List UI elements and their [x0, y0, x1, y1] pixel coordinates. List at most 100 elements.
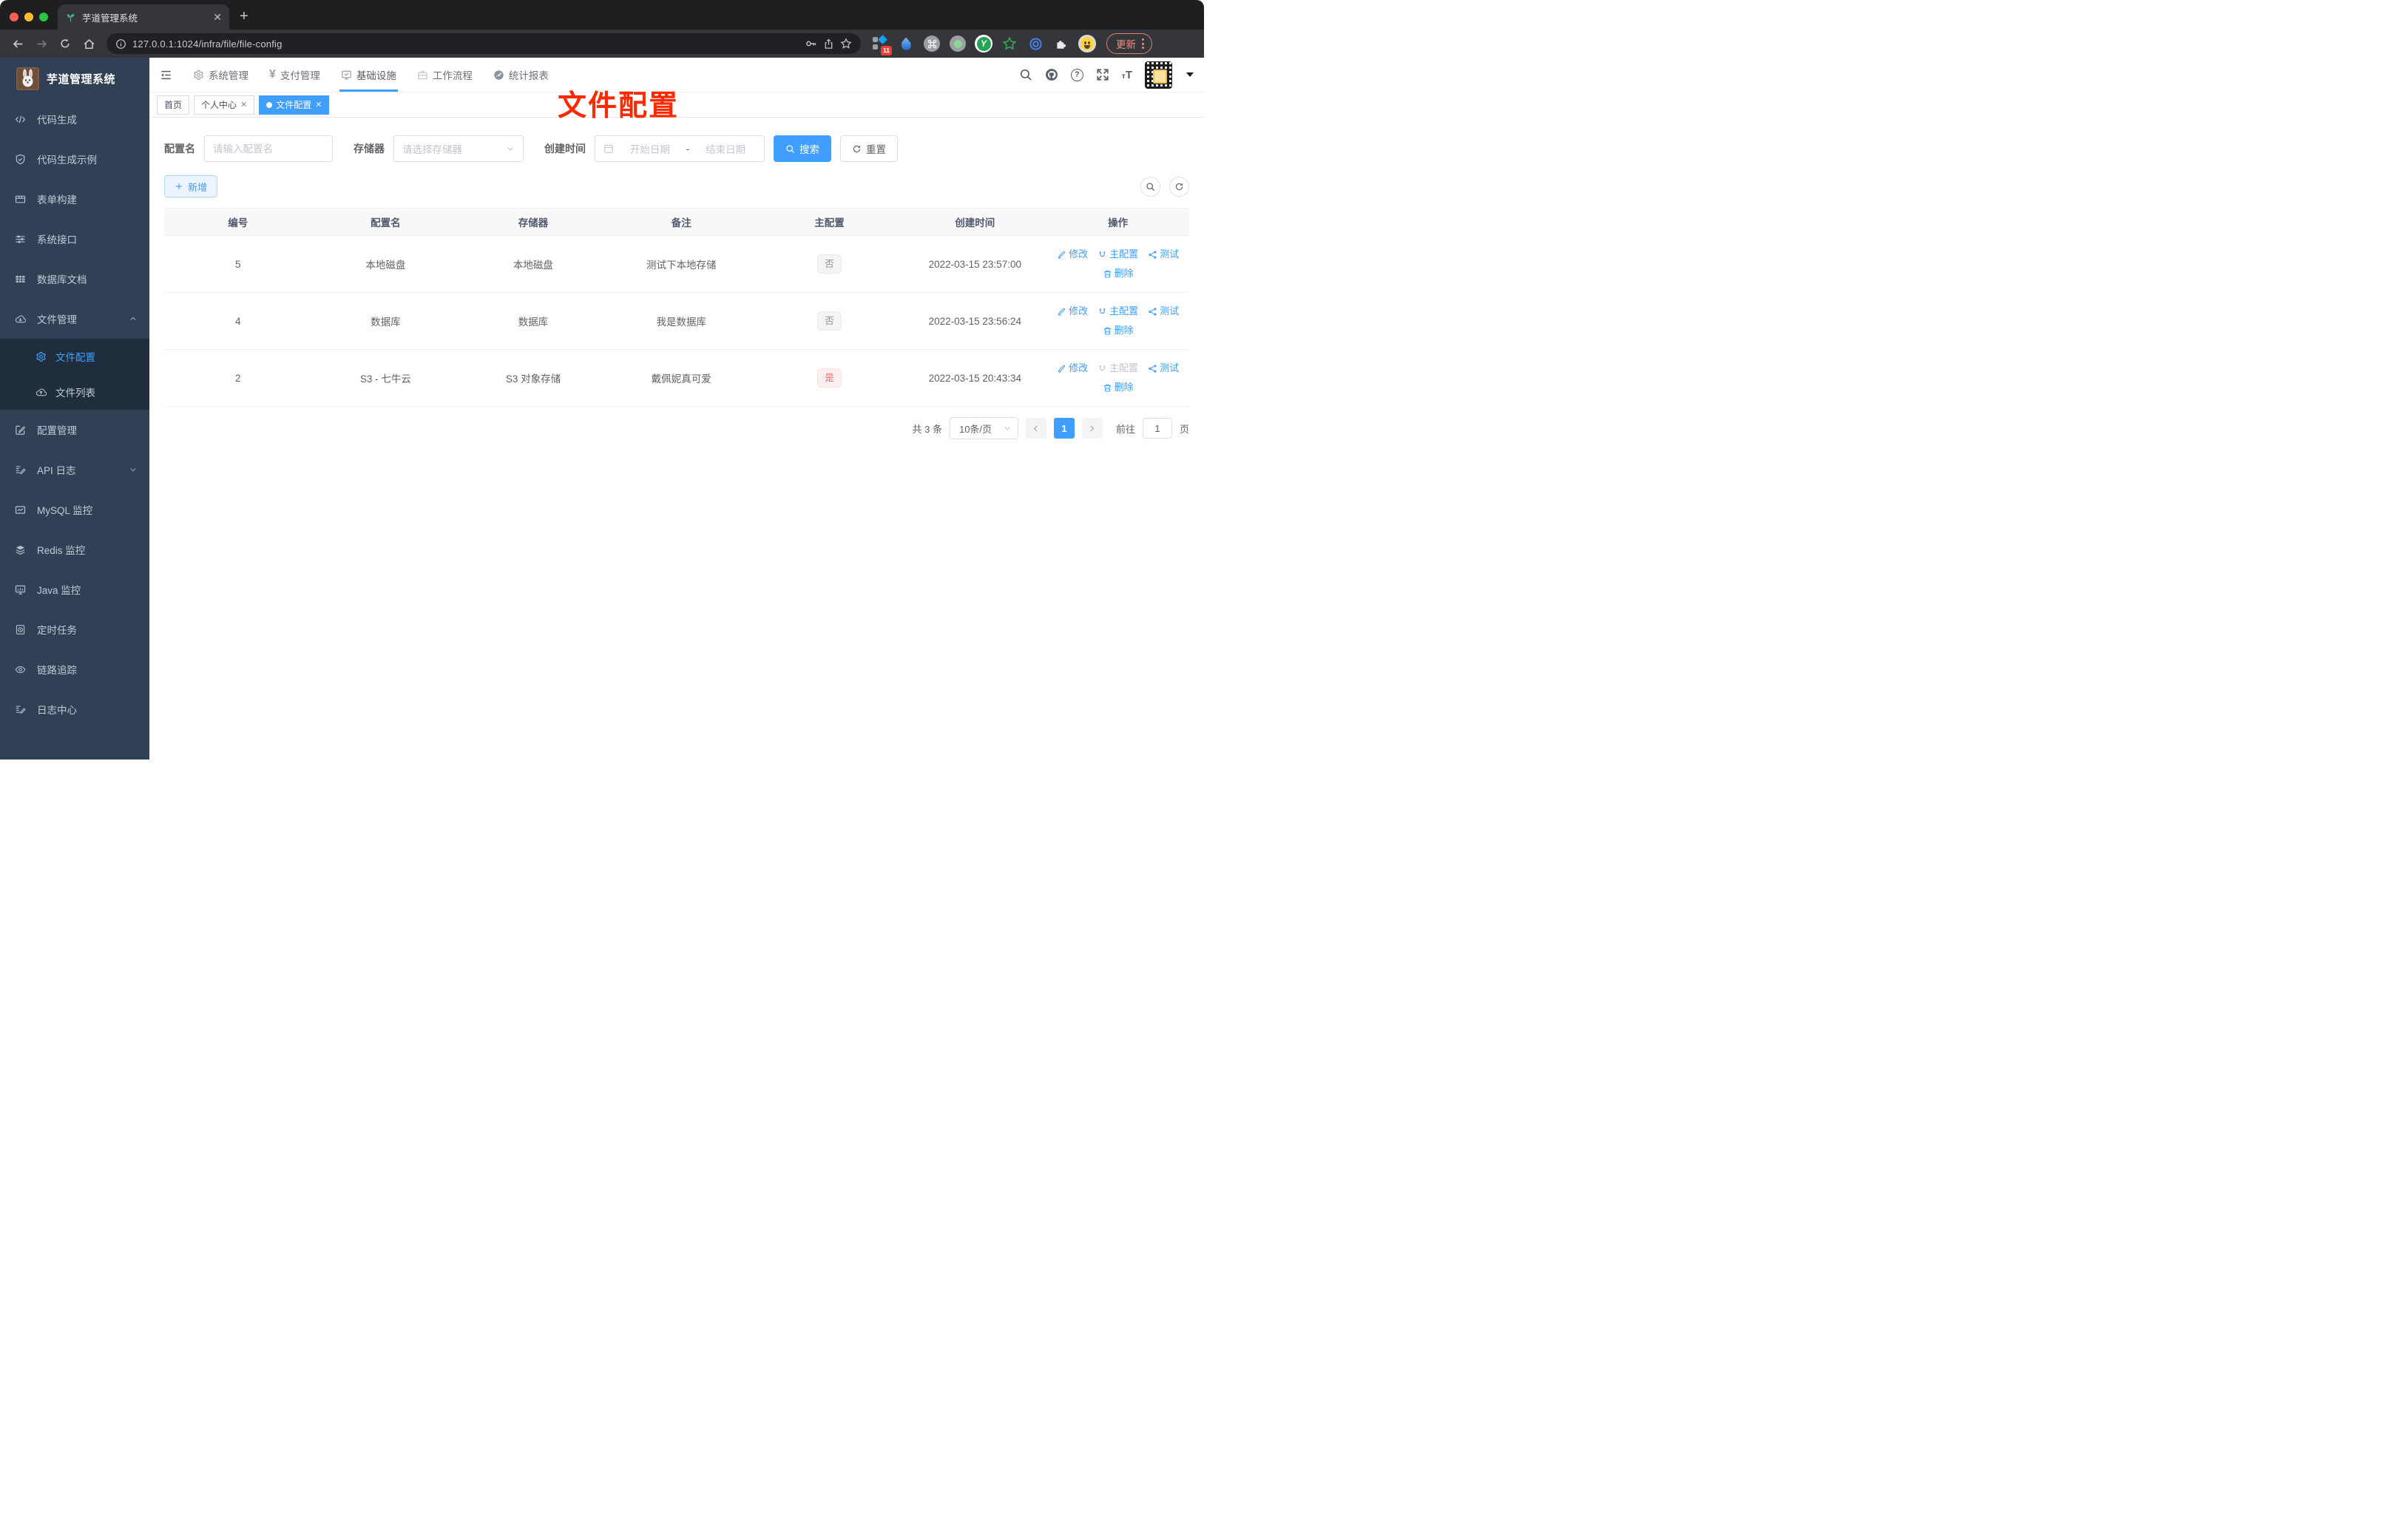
- sidebar-item-config-management[interactable]: 配置管理: [0, 410, 149, 450]
- prev-page-button[interactable]: [1025, 418, 1046, 439]
- test-link[interactable]: 测试: [1148, 302, 1179, 321]
- site-info-icon[interactable]: [115, 38, 126, 50]
- sidebar-item-db-doc[interactable]: 数据库文档: [0, 259, 149, 299]
- bookmark-star-icon[interactable]: [840, 38, 852, 50]
- share-icon[interactable]: [823, 38, 834, 50]
- delete-link[interactable]: 删除: [1103, 264, 1134, 283]
- password-key-icon[interactable]: [805, 38, 817, 50]
- current-page-button[interactable]: 1: [1053, 418, 1075, 439]
- help-icon[interactable]: ?: [1070, 68, 1083, 81]
- sidebar-item-log-center[interactable]: 日志中心: [0, 689, 149, 729]
- test-link[interactable]: 测试: [1148, 245, 1179, 264]
- storage-select[interactable]: 请选择存储器: [393, 135, 524, 162]
- tag-profile[interactable]: 个人中心 ✕: [194, 95, 255, 115]
- master-config-link[interactable]: 主配置: [1098, 302, 1138, 321]
- col-name: 配置名: [311, 208, 460, 236]
- sidebar-item-form-builder[interactable]: 表单构建: [0, 179, 149, 219]
- delete-link[interactable]: 删除: [1103, 321, 1134, 340]
- config-name-input[interactable]: [204, 135, 333, 162]
- cell-storage: 数据库: [459, 292, 607, 350]
- sidebar-item-system-api[interactable]: 系统接口: [0, 219, 149, 259]
- sidebar-item-tracing[interactable]: 链路追踪: [0, 649, 149, 689]
- extension-recorder-icon[interactable]: [949, 35, 967, 53]
- font-size-icon[interactable]: тT: [1122, 69, 1132, 81]
- tag-file-config[interactable]: 文件配置 ✕: [259, 95, 330, 115]
- collapse-sidebar-icon[interactable]: [149, 69, 183, 81]
- sidebar-item-mysql-monitor[interactable]: MySQL 监控: [0, 490, 149, 530]
- window-controls[interactable]: [10, 13, 48, 21]
- goto-page-input[interactable]: [1142, 418, 1172, 439]
- extension-star-icon[interactable]: [1001, 35, 1018, 53]
- show-search-toggle-button[interactable]: [1140, 176, 1160, 197]
- app-logo[interactable]: 芋道管理系统: [0, 58, 149, 99]
- extension-command-icon[interactable]: [923, 35, 941, 53]
- sidebar-item-java-monitor[interactable]: Java 监控: [0, 569, 149, 609]
- home-icon[interactable]: [78, 33, 99, 54]
- edit-link[interactable]: 修改: [1057, 359, 1088, 378]
- active-dot: [266, 101, 273, 108]
- user-avatar[interactable]: [1145, 61, 1172, 89]
- browser-menu-icon[interactable]: [1142, 38, 1144, 49]
- delete-link[interactable]: 删除: [1103, 378, 1134, 397]
- sidebar-item-file-list[interactable]: 文件列表: [0, 374, 149, 410]
- sidebar-item-code-gen-demo[interactable]: 代码生成示例: [0, 139, 149, 179]
- fullscreen-icon[interactable]: [1096, 68, 1109, 81]
- topnav-workflow[interactable]: 工作流程: [407, 58, 483, 92]
- date-start-placeholder[interactable]: 开始日期: [620, 141, 680, 156]
- add-button[interactable]: 新增: [164, 175, 218, 197]
- topnav-payment[interactable]: ¥ 支付管理: [259, 58, 331, 92]
- topnav-reports[interactable]: 统计报表: [483, 58, 559, 92]
- forward-icon[interactable]: [31, 33, 52, 54]
- pagination: 共 3 条 10条/页 1 前往 页: [164, 417, 1189, 439]
- topnav-infrastructure[interactable]: 基础设施: [331, 58, 407, 92]
- extension-drop-icon[interactable]: [897, 35, 915, 53]
- url-text[interactable]: 127.0.0.1:1024/infra/file/file-config: [132, 38, 799, 50]
- test-link[interactable]: 测试: [1148, 359, 1179, 378]
- reset-button[interactable]: 重置: [840, 135, 898, 162]
- tag-home[interactable]: 首页: [157, 95, 190, 115]
- profile-avatar[interactable]: [1078, 35, 1096, 53]
- sidebar-item-file-management[interactable]: 文件管理: [0, 299, 149, 339]
- sidebar-item-code-gen[interactable]: 代码生成: [0, 99, 149, 139]
- avatar-caret-down-icon[interactable]: [1186, 72, 1194, 77]
- page-size-select[interactable]: 10条/页: [949, 417, 1018, 439]
- master-config-link-disabled: 主配置: [1098, 359, 1138, 378]
- sidebar-item-file-config[interactable]: 文件配置: [0, 339, 149, 374]
- topnav-system[interactable]: 系统管理: [183, 58, 259, 92]
- config-name-input-field[interactable]: [213, 143, 324, 155]
- github-icon[interactable]: [1045, 68, 1058, 81]
- close-icon[interactable]: ✕: [315, 100, 322, 109]
- master-config-link[interactable]: 主配置: [1098, 245, 1138, 264]
- tab-close-icon[interactable]: ✕: [213, 11, 222, 24]
- back-icon[interactable]: [7, 33, 28, 54]
- edit-link[interactable]: 修改: [1057, 302, 1088, 321]
- header-actions: ? тT: [1019, 61, 1204, 89]
- close-icon[interactable]: ✕: [240, 100, 247, 109]
- edit-link[interactable]: 修改: [1057, 245, 1088, 264]
- search-icon[interactable]: [1019, 68, 1032, 81]
- sidebar-item-scheduled-tasks[interactable]: 定时任务: [0, 609, 149, 649]
- next-page-button[interactable]: [1081, 418, 1103, 439]
- extensions-puzzle-icon[interactable]: [1052, 35, 1070, 53]
- reload-icon[interactable]: [55, 33, 75, 54]
- date-end-placeholder[interactable]: 结束日期: [695, 141, 756, 156]
- browser-update-button[interactable]: 更新: [1106, 33, 1152, 54]
- extension-y-icon[interactable]: Y: [975, 35, 992, 53]
- date-separator: -: [686, 143, 690, 155]
- refresh-table-button[interactable]: [1169, 176, 1189, 197]
- minimize-window-button[interactable]: [24, 13, 33, 21]
- cell-name: 本地磁盘: [311, 235, 460, 293]
- close-window-button[interactable]: [10, 13, 18, 21]
- browser-tab[interactable]: 芋道管理系统 ✕: [58, 4, 229, 30]
- new-tab-button[interactable]: +: [240, 8, 248, 25]
- search-button[interactable]: 搜索: [774, 135, 831, 162]
- storage-label: 存储器: [354, 143, 385, 155]
- cell-created: 2022-03-15 23:56:24: [903, 292, 1047, 350]
- date-range-picker[interactable]: 开始日期 - 结束日期: [595, 135, 765, 162]
- zoom-window-button[interactable]: [39, 13, 48, 21]
- sidebar-item-redis-monitor[interactable]: Redis 监控: [0, 530, 149, 569]
- address-bar[interactable]: 127.0.0.1:1024/infra/file/file-config: [106, 33, 861, 54]
- extension-tabs-icon[interactable]: 11: [871, 35, 892, 55]
- extension-eye-icon[interactable]: [1027, 35, 1044, 53]
- sidebar-item-api-log[interactable]: API 日志: [0, 450, 149, 490]
